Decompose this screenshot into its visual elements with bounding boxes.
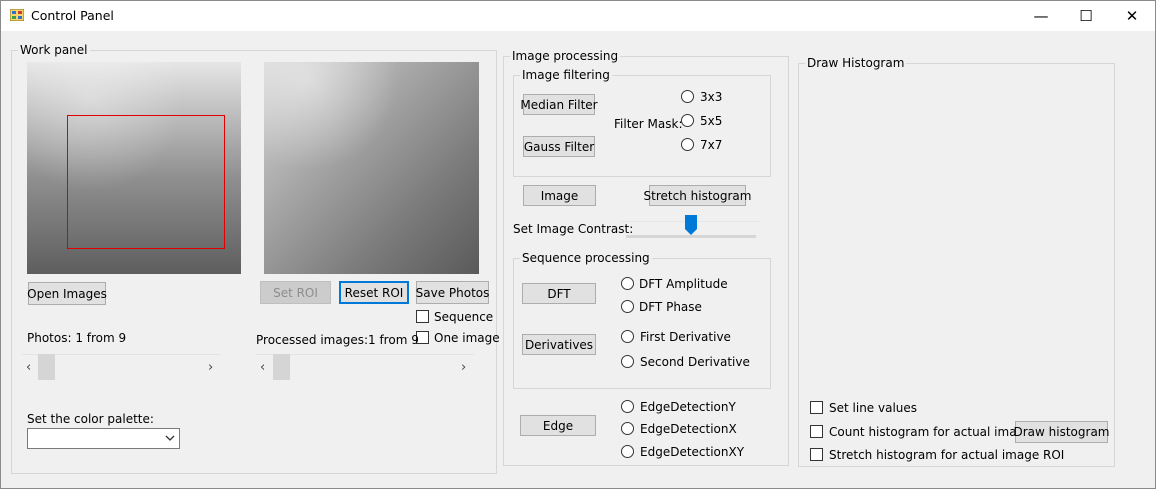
scrollbar-thumb[interactable] <box>38 354 55 380</box>
median-filter-button[interactable]: Median Filter <box>520 94 598 115</box>
dft-phase-radio[interactable] <box>621 300 634 313</box>
edge-x-label: EdgeDetectionX <box>640 422 737 436</box>
title-bar <box>0 0 1156 31</box>
minimize-icon: — <box>1033 6 1049 25</box>
scrollbar-thumb[interactable] <box>273 354 290 380</box>
contrast-track[interactable] <box>626 235 756 238</box>
edge-xy-label: EdgeDetectionXY <box>640 445 745 459</box>
draw-histogram-legend: Draw Histogram <box>805 56 907 70</box>
open-images-button[interactable]: Open Images <box>27 282 107 305</box>
mask-3x3-radio[interactable] <box>681 90 694 103</box>
close-icon: ✕ <box>1125 6 1139 25</box>
mask-7x7-label: 7x7 <box>700 138 723 152</box>
image-button[interactable]: Image <box>523 185 596 206</box>
stretch-roi-checkbox[interactable] <box>810 448 823 461</box>
edge-xy-radio[interactable] <box>621 445 634 458</box>
processed-scrollbar[interactable]: ‹ › <box>256 354 476 381</box>
edge-y-label: EdgeDetectionY <box>640 400 736 414</box>
processed-image-view <box>264 62 479 274</box>
chevron-down-icon <box>165 435 175 441</box>
edge-y-radio[interactable] <box>621 400 634 413</box>
close-button[interactable]: ✕ <box>1109 0 1155 31</box>
set-line-values-checkbox[interactable] <box>810 401 823 414</box>
stretch-histogram-button[interactable]: Stretch histogram <box>644 185 751 206</box>
work-panel-legend: Work panel <box>18 43 90 57</box>
derivatives-button[interactable]: Derivatives <box>522 334 596 355</box>
contrast-slider-thumb[interactable] <box>685 215 697 235</box>
reset-roi-button[interactable]: Reset ROI <box>339 281 409 304</box>
gauss-filter-button[interactable]: Gauss Filter <box>523 136 595 157</box>
mask-7x7-radio[interactable] <box>681 138 694 151</box>
dft-button[interactable]: DFT <box>522 283 596 304</box>
stretch-roi-label: Stretch histogram for actual image ROI <box>829 448 1065 462</box>
dft-phase-label: DFT Phase <box>639 300 702 314</box>
minimize-button[interactable]: — <box>1018 0 1064 31</box>
window-title: Control Panel <box>31 8 114 23</box>
dft-amplitude-radio[interactable] <box>621 277 634 290</box>
mask-5x5-radio[interactable] <box>681 114 694 127</box>
sequence-label: Sequence <box>434 310 494 324</box>
roi-rectangle[interactable] <box>67 115 225 249</box>
first-derivative-label: First Derivative <box>640 330 731 344</box>
mask-5x5-label: 5x5 <box>700 114 723 128</box>
sequence-checkbox[interactable] <box>416 310 429 323</box>
second-derivative-radio[interactable] <box>621 355 634 368</box>
save-photos-button[interactable]: Save Photos <box>416 281 489 304</box>
contrast-label: Set Image Contrast: <box>513 222 634 236</box>
mask-3x3-label: 3x3 <box>700 90 723 104</box>
scroll-left-icon[interactable]: ‹ <box>26 360 31 375</box>
scroll-left-icon[interactable]: ‹ <box>260 360 265 375</box>
set-roi-button[interactable]: Set ROI <box>260 281 331 304</box>
scroll-right-icon[interactable]: › <box>208 360 213 375</box>
filter-mask-label: Filter Mask: <box>614 117 683 131</box>
draw-histogram-button[interactable]: Draw histogram <box>1014 421 1110 443</box>
set-line-values-label: Set line values <box>829 401 918 415</box>
edge-button[interactable]: Edge <box>520 415 596 436</box>
maximize-button[interactable]: ☐ <box>1063 0 1109 31</box>
color-palette-dropdown[interactable] <box>27 428 180 449</box>
one-image-label: One image <box>434 331 500 345</box>
scroll-right-icon[interactable]: › <box>461 360 466 375</box>
app-icon <box>10 9 24 21</box>
count-roi-checkbox[interactable] <box>810 425 823 438</box>
edge-x-radio[interactable] <box>621 422 634 435</box>
maximize-icon: ☐ <box>1079 6 1093 25</box>
image-processing-legend: Image processing <box>510 49 621 63</box>
photos-scrollbar[interactable]: ‹ › <box>22 354 222 381</box>
sequence-processing-legend: Sequence processing <box>520 251 652 265</box>
processed-images-counter: Processed images:1 from 9 <box>256 333 419 347</box>
first-derivative-radio[interactable] <box>621 330 634 343</box>
photos-counter: Photos: 1 from 9 <box>27 331 127 345</box>
second-derivative-label: Second Derivative <box>640 355 750 369</box>
dft-amplitude-label: DFT Amplitude <box>639 277 728 291</box>
color-palette-label: Set the color palette: <box>27 412 154 426</box>
image-filtering-legend: Image filtering <box>520 68 612 82</box>
